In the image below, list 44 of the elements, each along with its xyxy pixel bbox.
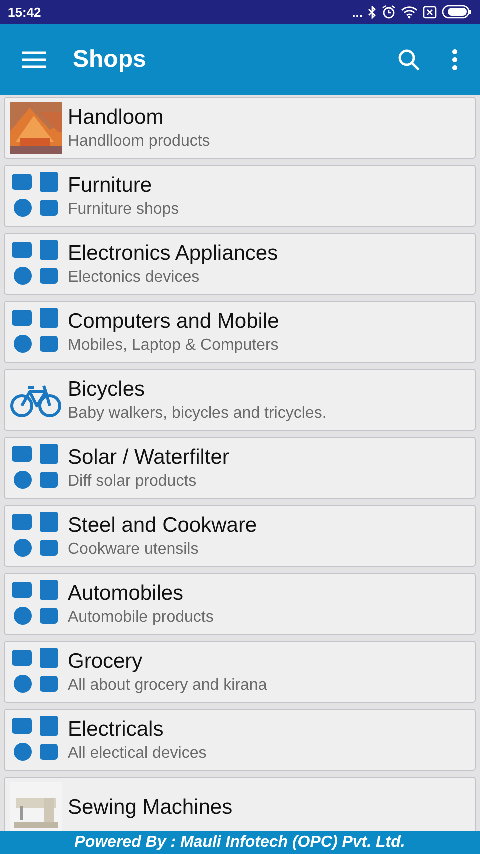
shop-subtitle: Mobiles, Laptop & Computers: [68, 336, 280, 354]
shop-title: Automobiles: [68, 582, 185, 606]
notification-dots: ...: [352, 4, 363, 20]
shop-title: Electronics Appliances: [68, 242, 278, 266]
footer-text: Powered By : Mauli Infotech (OPC) Pvt. Ltd.: [74, 834, 406, 852]
shop-item[interactable]: Sewing Machines: [4, 777, 476, 831]
app-title: Shops: [73, 46, 148, 74]
search-icon[interactable]: [398, 48, 420, 70]
shop-subtitle: Automobile products: [68, 608, 214, 626]
bluetooth-icon: [368, 6, 377, 18]
shop-title: Furniture: [68, 174, 154, 198]
shop-item[interactable]: Grocery All about grocery and kirana: [4, 641, 476, 703]
menu-icon[interactable]: [22, 50, 46, 68]
shop-title: Handloom: [68, 106, 165, 130]
wifi-icon: [401, 6, 418, 18]
shop-item[interactable]: Steel and Cookware Cookware utensils: [4, 505, 476, 567]
shop-subtitle: Diff solar products: [68, 472, 198, 490]
shop-subtitle: All electical devices: [68, 744, 207, 762]
shop-title: Solar / Waterfilter: [68, 446, 230, 470]
alarm-icon: [382, 5, 396, 19]
shop-subtitle: Furniture shops: [68, 200, 180, 218]
shop-item[interactable]: Solar / Waterfilter Diff solar products: [4, 437, 476, 499]
shop-subtitle: Baby walkers, bicycles and tricycles.: [68, 404, 327, 422]
shop-title: Bicycles: [68, 378, 146, 402]
more-options-icon[interactable]: [452, 48, 458, 70]
shop-item[interactable]: Furniture Furniture shops: [4, 165, 476, 227]
status-time: 15:42: [8, 4, 42, 20]
shop-title: Grocery: [68, 650, 144, 674]
shop-item[interactable]: Computers and Mobile Mobiles, Laptop & Computers: [4, 301, 476, 363]
shop-subtitle: Electonics devices: [68, 268, 201, 286]
shop-item[interactable]: Electronics Appliances Electonics devices: [4, 233, 476, 295]
shop-subtitle: All about grocery and kirana: [68, 676, 268, 694]
shop-item[interactable]: Handloom Handlloom products: [4, 97, 476, 159]
shop-title: Computers and Mobile: [68, 310, 280, 334]
shop-item[interactable]: Bicycles Baby walkers, bicycles and tricycles.: [4, 369, 476, 431]
shop-item[interactable]: Electricals All electical devices: [4, 709, 476, 771]
shop-title: Sewing Machines: [68, 796, 233, 820]
shop-subtitle: Handlloom products: [68, 132, 210, 150]
shop-title: Steel and Cookware: [68, 514, 258, 538]
shop-title: Electricals: [68, 718, 165, 742]
shop-subtitle: Cookware utensils: [68, 540, 200, 558]
shop-item[interactable]: Automobiles Automobile products: [4, 573, 476, 635]
sim-icon: [423, 6, 437, 18]
battery-icon: [442, 5, 472, 19]
